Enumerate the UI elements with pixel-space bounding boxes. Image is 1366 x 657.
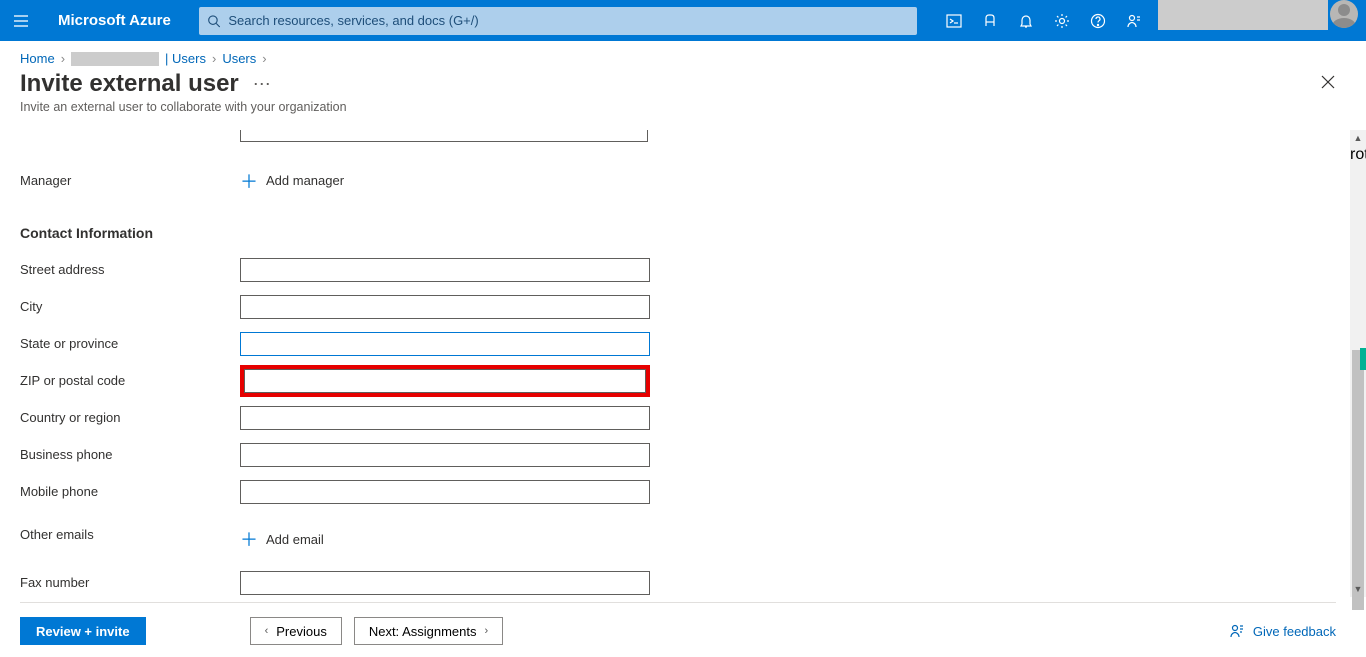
form-area: Manager ＋ Add manager Contact Informatio… xyxy=(20,130,1352,597)
close-blade-button[interactable] xyxy=(1318,72,1338,92)
hamburger-menu-icon[interactable] xyxy=(8,8,34,34)
zip-postal-code-field[interactable] xyxy=(244,369,646,393)
country-region-label: Country or region xyxy=(20,410,240,425)
chevron-right-icon: › xyxy=(61,51,65,66)
azure-top-bar: Microsoft Azure xyxy=(0,0,1366,41)
breadcrumb: Home › | Users › Users › xyxy=(0,41,1366,66)
give-feedback-label: Give feedback xyxy=(1253,624,1336,639)
more-actions-icon[interactable]: ⋯ xyxy=(253,74,273,95)
global-search[interactable] xyxy=(199,7,917,35)
top-bar-icons xyxy=(936,0,1358,41)
feedback-person-icon[interactable] xyxy=(1116,0,1152,41)
chevron-right-icon: › xyxy=(262,51,266,66)
copilot-icon[interactable] xyxy=(972,0,1008,41)
breadcrumb-home[interactable]: Home xyxy=(20,51,55,66)
business-phone-label: Business phone xyxy=(20,447,240,462)
scroll-up-arrow-icon[interactable]: ▲ xyxy=(1350,130,1366,146)
plus-icon: ＋ xyxy=(240,168,258,194)
brand-label[interactable]: Microsoft Azure xyxy=(58,12,171,29)
blade-footer: Review + invite ‹ Previous Next: Assignm… xyxy=(20,602,1336,645)
chevron-right-icon: › xyxy=(484,625,488,637)
state-province-label: State or province xyxy=(20,336,240,351)
account-info-redacted[interactable] xyxy=(1158,0,1328,30)
previous-button[interactable]: ‹ Previous xyxy=(250,617,342,645)
city-field[interactable] xyxy=(240,295,650,319)
street-address-field[interactable] xyxy=(240,258,650,282)
review-invite-button[interactable]: Review + invite xyxy=(20,617,146,645)
contact-information-heading: Contact Information xyxy=(20,225,1342,241)
page-title: Invite external user xyxy=(20,70,239,98)
blade-header: Invite external user ⋯ Invite an externa… xyxy=(0,66,1366,124)
notifications-icon[interactable] xyxy=(1008,0,1044,41)
help-icon[interactable] xyxy=(1080,0,1116,41)
cloud-shell-icon[interactable] xyxy=(936,0,972,41)
mobile-phone-field[interactable] xyxy=(240,480,650,504)
other-emails-label: Other emails xyxy=(20,527,240,542)
next-label: Next: Assignments xyxy=(369,624,477,639)
chevron-right-icon: › xyxy=(212,51,216,66)
zip-postal-code-highlight xyxy=(240,365,650,397)
plus-icon: ＋ xyxy=(240,526,258,552)
next-assignments-button[interactable]: Next: Assignments › xyxy=(354,617,503,645)
city-label: City xyxy=(20,299,240,314)
feedback-person-icon xyxy=(1229,623,1245,639)
office-location-field-partial[interactable] xyxy=(240,130,648,142)
breadcrumb-users[interactable]: Users xyxy=(222,51,256,66)
previous-label: Previous xyxy=(276,624,327,639)
chevron-left-icon: ‹ xyxy=(265,625,269,637)
add-manager-button[interactable]: ＋ Add manager xyxy=(240,168,650,194)
user-avatar-icon[interactable] xyxy=(1330,0,1358,28)
manager-label: Manager xyxy=(20,173,240,188)
street-address-label: Street address xyxy=(20,262,240,277)
fax-number-field[interactable] xyxy=(240,571,650,595)
mobile-phone-label: Mobile phone xyxy=(20,484,240,499)
breadcrumb-tenant-users[interactable]: | Users xyxy=(165,51,206,66)
state-province-field[interactable] xyxy=(240,332,650,356)
fax-number-label: Fax number xyxy=(20,575,240,590)
scroll-down-arrow-icon[interactable]: ▼ xyxy=(1350,581,1366,597)
global-search-input[interactable] xyxy=(228,13,908,28)
give-feedback-link[interactable]: Give feedback xyxy=(1229,623,1336,639)
add-email-button[interactable]: ＋ Add email xyxy=(240,526,650,552)
add-email-label: Add email xyxy=(266,532,324,547)
breadcrumb-tenant-redacted[interactable] xyxy=(71,52,159,66)
page-subtitle: Invite an external user to collaborate w… xyxy=(20,100,1346,114)
country-region-field[interactable] xyxy=(240,406,650,430)
business-phone-field[interactable] xyxy=(240,443,650,467)
scroll-marker xyxy=(1360,348,1366,370)
zip-postal-code-label: ZIP or postal code xyxy=(20,373,240,388)
settings-gear-icon[interactable] xyxy=(1044,0,1080,41)
scrollbar-thumb[interactable] xyxy=(1352,350,1364,610)
add-manager-label: Add manager xyxy=(266,173,344,188)
search-icon xyxy=(207,14,221,28)
